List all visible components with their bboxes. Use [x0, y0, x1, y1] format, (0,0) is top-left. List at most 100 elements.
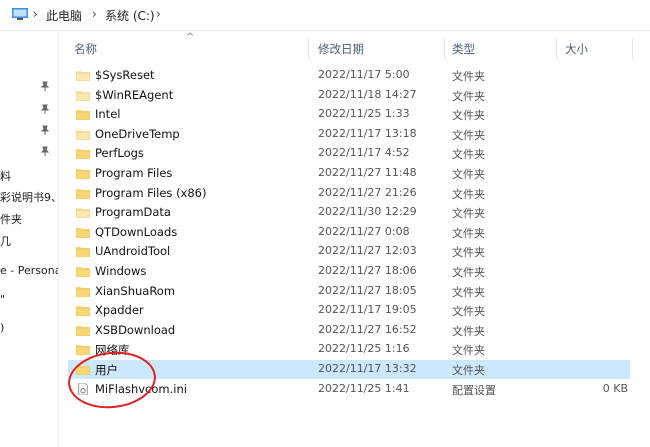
file-modified-date: 2022/11/18 14:27 [318, 87, 417, 101]
column-divider[interactable] [632, 38, 633, 60]
folder-icon [76, 247, 90, 258]
folder-icon [76, 286, 90, 297]
breadcrumb-drive-c[interactable]: 系统 (C:) [105, 7, 155, 24]
file-row[interactable]: Windows 2022/11/27 18:06 文件夹 [68, 262, 630, 281]
file-row[interactable]: 网络库 2022/11/25 1:16 文件夹 [68, 340, 630, 359]
file-type: 文件夹 [452, 168, 485, 181]
file-row[interactable]: $WinREAgent 2022/11/18 14:27 文件夹 [68, 86, 630, 105]
pin-icon[interactable] [40, 146, 50, 156]
folder-icon [76, 365, 90, 375]
file-name: $WinREAgent [95, 87, 174, 102]
file-type: 配置设置 [452, 383, 496, 397]
file-modified-date: 2022/11/27 12:03 [318, 244, 417, 258]
file-type: 文件夹 [452, 266, 485, 279]
file-modified-date: 2022/11/17 13:18 [318, 126, 417, 140]
navigation-pane: 料 彩说明书9、 件夹 几 e - Persona " ) [0, 31, 58, 447]
file-row[interactable]: Intel 2022/11/25 1:33 文件夹 [68, 105, 630, 124]
column-divider[interactable] [308, 38, 309, 60]
file-row[interactable]: QTDownLoads 2022/11/27 0:08 文件夹 [68, 223, 630, 242]
file-modified-date: 2022/11/17 13:32 [318, 362, 417, 375]
column-name[interactable]: 名称 [74, 41, 97, 57]
file-row[interactable]: PerfLogs 2022/11/17 4:52 文件夹 [68, 144, 630, 163]
pin-icon[interactable] [40, 125, 50, 135]
file-type: 文件夹 [452, 324, 485, 338]
file-modified-date: 2022/11/25 1:33 [318, 107, 410, 121]
file-type: 文件夹 [452, 70, 485, 83]
file-name: MiFlashvcom.ini [95, 381, 187, 396]
folder-icon [76, 149, 90, 160]
file-type: 文件夹 [452, 364, 485, 377]
file-type: 文件夹 [452, 128, 485, 142]
column-modified[interactable]: 修改日期 [318, 41, 364, 57]
file-row[interactable]: XianShuaRom 2022/11/27 18:05 文件夹 [68, 282, 630, 301]
file-row[interactable]: XSBDownload 2022/11/27 16:52 文件夹 [68, 321, 630, 340]
sidebar-item[interactable]: ) [0, 321, 4, 334]
file-row[interactable]: Program Files 2022/11/27 11:48 文件夹 [68, 164, 630, 183]
sidebar-item[interactable]: " [0, 293, 5, 306]
file-name: QTDownLoads [95, 224, 178, 239]
folder-icon [76, 110, 90, 121]
pane-divider [58, 31, 59, 447]
sort-up-icon: ^ [186, 32, 195, 43]
pin-icon[interactable] [40, 104, 50, 114]
column-divider[interactable] [444, 38, 445, 60]
column-divider[interactable] [556, 38, 557, 60]
file-row[interactable]: MiFlashvcom.ini 2022/11/25 1:41 配置设置 0 KB [68, 380, 630, 399]
file-name: XSBDownload [95, 322, 176, 337]
folder-icon [76, 169, 90, 179]
chevron-right-icon: › [92, 7, 97, 21]
folder-icon [76, 90, 90, 101]
sidebar-item[interactable]: e - Persona [0, 264, 58, 277]
file-name: 用户 [95, 363, 118, 377]
sidebar-item[interactable]: 件夹 [0, 211, 22, 227]
file-name: Windows [95, 264, 147, 278]
ini-file-icon [78, 382, 88, 395]
file-name: PerfLogs [95, 146, 144, 161]
folder-icon [76, 345, 90, 356]
file-type: 文件夹 [452, 246, 485, 260]
chevron-right-icon: › [33, 7, 38, 21]
folder-icon [76, 188, 90, 199]
breadcrumb-this-pc[interactable]: 此电脑 [46, 7, 82, 24]
file-modified-date: 2022/11/30 12:29 [318, 205, 417, 219]
file-row[interactable]: OneDriveTemp 2022/11/17 13:18 文件夹 [68, 125, 630, 144]
file-row[interactable]: ProgramData 2022/11/30 12:29 文件夹 [68, 203, 630, 222]
column-size[interactable]: 大小 [565, 41, 588, 57]
file-modified-date: 2022/11/27 16:52 [318, 322, 417, 336]
file-type: 文件夹 [452, 109, 485, 123]
folder-icon [76, 71, 90, 81]
file-row[interactable]: UAndroidTool 2022/11/27 12:03 文件夹 [68, 242, 630, 261]
file-row[interactable]: $SysReset 2022/11/17 5:00 文件夹 [68, 66, 630, 85]
column-type[interactable]: 类型 [452, 41, 475, 57]
file-modified-date: 2022/11/27 18:06 [318, 264, 417, 277]
file-name: Intel [95, 107, 121, 122]
sidebar-item[interactable]: 彩说明书9、 [0, 189, 58, 205]
file-name: ProgramData [95, 205, 171, 220]
file-type: 文件夹 [452, 344, 485, 358]
file-row[interactable]: 用户 2022/11/17 13:32 文件夹 [68, 360, 630, 379]
chevron-right-icon: › [156, 7, 161, 21]
file-modified-date: 2022/11/27 11:48 [318, 166, 417, 179]
file-modified-date: 2022/11/27 18:05 [318, 283, 417, 297]
file-size: 0 KB [602, 381, 628, 395]
file-name: UAndroidTool [95, 244, 171, 259]
file-modified-date: 2022/11/27 21:26 [318, 185, 417, 199]
file-row[interactable]: Xpadder 2022/11/17 19:05 文件夹 [68, 301, 630, 320]
folder-icon [76, 267, 90, 277]
file-type: 文件夹 [452, 148, 485, 162]
file-modified-date: 2022/11/17 4:52 [318, 146, 410, 160]
sidebar-item[interactable]: 料 [0, 168, 11, 184]
file-row[interactable]: Program Files (x86) 2022/11/27 21:26 文件夹 [68, 184, 630, 203]
pin-icon[interactable] [40, 81, 50, 91]
file-type: 文件夹 [452, 89, 485, 103]
address-bar[interactable]: › 此电脑 › 系统 (C:) › [0, 0, 650, 31]
folder-icon [76, 325, 90, 336]
folder-icon [76, 208, 90, 219]
file-name: Xpadder [95, 303, 144, 318]
file-name: XianShuaRom [95, 283, 176, 298]
file-type: 文件夹 [452, 305, 485, 319]
folder-icon [76, 306, 90, 317]
file-type: 文件夹 [452, 285, 485, 299]
sidebar-item[interactable]: 几 [0, 233, 11, 249]
file-name: 网络库 [95, 343, 130, 358]
